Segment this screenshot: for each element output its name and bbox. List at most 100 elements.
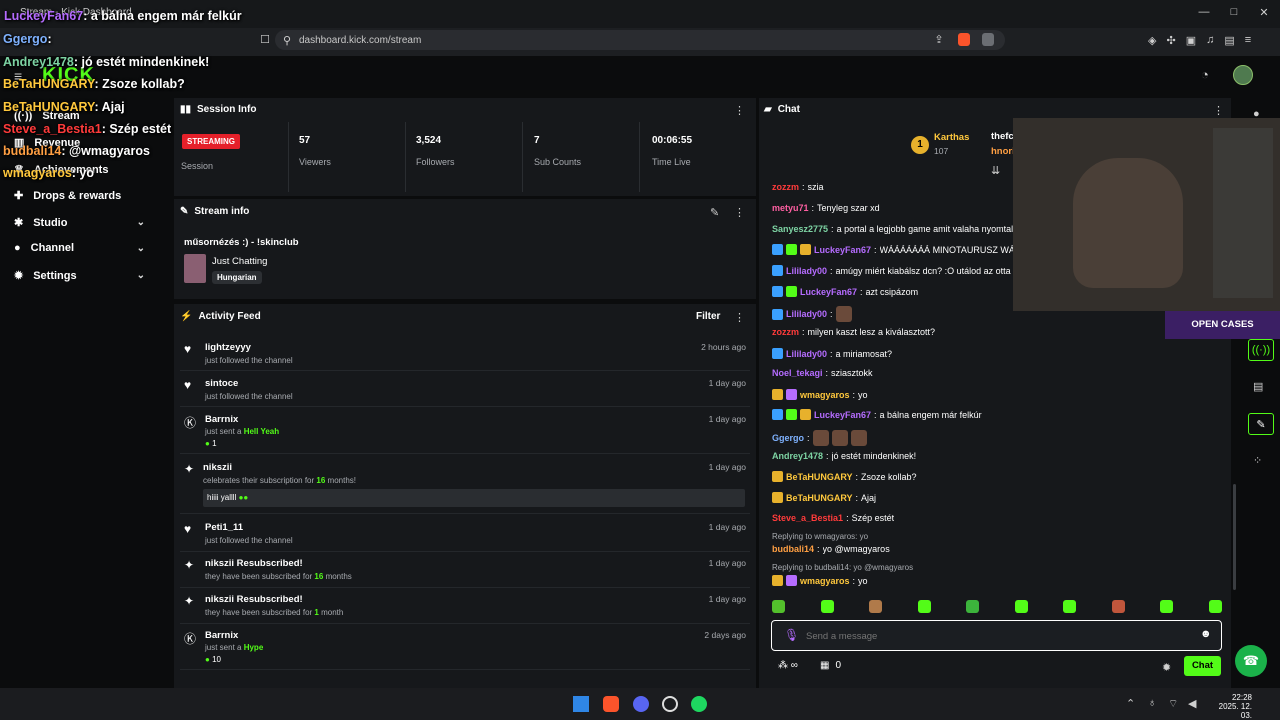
edit-icon[interactable]: ✎ <box>710 206 719 219</box>
chat-username[interactable]: wmagyaros <box>800 576 850 586</box>
emote-icon[interactable] <box>869 600 883 613</box>
emote-icon[interactable] <box>1063 600 1077 613</box>
emote-icon <box>831 430 848 446</box>
chat-input-box[interactable]: 🎙 ☻ <box>771 620 1222 651</box>
chat-username[interactable]: Steve_a_Bestia1 <box>772 513 843 523</box>
mic-icon[interactable]: 🎙 <box>784 628 799 642</box>
filter-button[interactable]: Filter <box>696 311 720 322</box>
chat-username[interactable]: zozzm <box>772 182 799 192</box>
top-gifter-name[interactable]: Karthas <box>934 132 969 143</box>
sidebar-item-drops[interactable]: ✚ Drops & rewards <box>14 189 121 203</box>
gifter-3-name[interactable]: hnori <box>991 146 1015 157</box>
feed-item: Ⓚ Barrnix just sent a Hell Yeah ● 1 1 da… <box>180 410 750 454</box>
emote-icon[interactable] <box>1160 600 1174 613</box>
chat-username[interactable]: Lililady00 <box>786 266 827 276</box>
chat-username[interactable]: BeTaHUNGARY <box>786 493 853 503</box>
chat-message: budbali14: yo @wmagyaros <box>772 544 890 554</box>
layout-icon[interactable]: ▤ <box>1253 380 1263 393</box>
emote-icon[interactable] <box>1014 600 1028 613</box>
chat-settings-icon[interactable]: ✹ <box>1162 661 1171 674</box>
more-icon[interactable]: ⋮ <box>734 206 745 219</box>
chat-username[interactable]: Ggergo <box>772 433 804 443</box>
avatar[interactable] <box>1233 65 1253 85</box>
broadcast-icon[interactable]: ((·)) <box>1248 339 1274 361</box>
sidebar-item-settings[interactable]: ✹ Settings ⌄ <box>14 269 159 283</box>
emote-icon[interactable] <box>1208 600 1222 613</box>
media-icon[interactable]: ♫ <box>1206 33 1214 47</box>
chat-separator: : <box>830 265 833 276</box>
chevron-up-icon[interactable]: ⌃ <box>1126 697 1135 710</box>
points-icon[interactable]: ⁂ ∞ <box>778 660 798 671</box>
emote-icon[interactable] <box>772 600 785 613</box>
chat-username[interactable]: Lililady00 <box>786 309 827 319</box>
chat-separator: : <box>830 309 833 319</box>
wifi-icon[interactable]: ⌔ <box>1168 697 1178 711</box>
wrench-icon[interactable]: ✎ <box>1248 413 1274 435</box>
chat-text: jó estét mindenkinek! <box>831 451 917 461</box>
points-display[interactable]: ▦ 0 <box>820 660 841 671</box>
sidebar-item-channel[interactable]: ● Channel ⌄ <box>14 242 159 254</box>
chat-username[interactable]: budbali14 <box>772 544 814 554</box>
support-icon[interactable]: ☎ <box>1235 645 1267 677</box>
chat-username[interactable]: LuckeyFan67 <box>800 287 857 297</box>
emote-icon[interactable] <box>917 600 931 613</box>
discord-icon[interactable] <box>633 696 649 712</box>
language-tag[interactable]: Hungarian <box>212 271 262 284</box>
emote-icon[interactable] <box>1111 600 1125 613</box>
share-icon[interactable]: ⇪ <box>932 33 946 46</box>
chat-username[interactable]: Sanyesz2775 <box>772 224 828 234</box>
chat-username[interactable]: zozzm <box>772 327 799 337</box>
chat-username[interactable]: wmagyaros <box>800 390 850 400</box>
windows-icon[interactable] <box>573 696 589 712</box>
chat-username[interactable]: Lililady00 <box>786 349 827 359</box>
badge-icon <box>800 244 811 255</box>
wallet-icon[interactable]: ▤ <box>1224 33 1234 47</box>
rewards-icon[interactable] <box>982 33 994 46</box>
minimize-icon[interactable]: — <box>1196 6 1212 18</box>
chat-username[interactable]: metyu71 <box>772 203 809 213</box>
clock[interactable]: 22:28 2025. 12. 03. <box>1206 693 1252 720</box>
chat-text: a bálna engem már felkúr <box>879 409 982 420</box>
brave-shield-icon[interactable] <box>958 33 970 46</box>
collapse-icon[interactable]: ⇊ <box>991 164 1000 177</box>
chat-username[interactable]: Noel_tekagi <box>772 368 823 378</box>
site-info-icon[interactable]: ⚲ <box>275 34 299 47</box>
bookmark-icon[interactable]: ☐ <box>258 33 272 46</box>
chat-username[interactable]: BeTaHUNGARY <box>786 472 853 482</box>
brave-icon[interactable] <box>603 696 619 712</box>
menu-icon[interactable]: ≡ <box>1245 33 1251 47</box>
extension-icon[interactable]: ◈ <box>1148 33 1156 47</box>
emote-icon <box>850 430 867 446</box>
chat-input[interactable] <box>806 626 1186 646</box>
speaker-icon[interactable]: ◀ <box>1188 697 1196 710</box>
more-icon[interactable]: ⋮ <box>1213 104 1224 117</box>
emote-icon[interactable] <box>966 600 980 613</box>
apps-icon[interactable]: ⁘ <box>1253 454 1262 467</box>
spotify-icon[interactable] <box>691 696 707 712</box>
chat-username[interactable]: Andrey1478 <box>772 451 823 461</box>
maximize-icon[interactable]: □ <box>1226 6 1242 18</box>
open-cases-banner[interactable]: OPEN CASES <box>1165 311 1280 339</box>
category-name[interactable]: Just Chatting <box>212 256 267 267</box>
chat-text: WÁÁÁÁÁÁÁ MINOTAURUSZ WÁÁ <box>879 244 1021 255</box>
chat-username[interactable]: LuckeyFan67 <box>814 410 871 420</box>
emoji-icon[interactable]: ☻ <box>1200 628 1212 640</box>
send-chat-button[interactable]: Chat <box>1184 656 1221 676</box>
sidebar-item-studio[interactable]: ✱ Studio ⌄ <box>14 216 159 230</box>
chat-username[interactable]: LuckeyFan67 <box>814 245 871 255</box>
puzzle-icon[interactable]: ✣ <box>1166 33 1175 47</box>
more-icon[interactable]: ⋮ <box>734 104 745 117</box>
close-icon[interactable]: ✕ <box>1256 6 1272 19</box>
emote-icon[interactable] <box>820 600 834 613</box>
emote-icon <box>812 430 829 446</box>
category-thumbnail[interactable] <box>184 254 206 283</box>
chat-header: ▰ Chat <box>764 104 800 115</box>
mic-icon[interactable]: ♁ <box>1148 697 1156 709</box>
sidebar-icon[interactable]: ▣ <box>1186 33 1196 47</box>
more-icon[interactable]: ⋮ <box>734 311 745 324</box>
chat-scrollbar[interactable] <box>1233 484 1236 590</box>
obs-icon[interactable] <box>662 696 678 712</box>
notification-icon[interactable]: ◔ <box>1201 67 1209 82</box>
gifter-2-name[interactable]: thefc <box>991 131 1014 142</box>
address-bar[interactable]: ⚲ dashboard.kick.com/stream <box>275 30 1005 50</box>
